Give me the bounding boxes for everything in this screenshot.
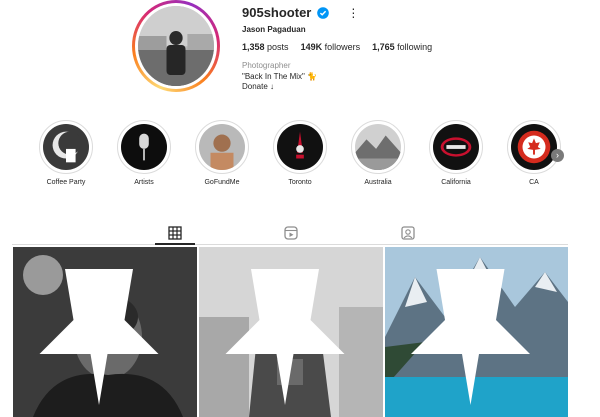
highlight-ring xyxy=(507,120,561,174)
tab-tagged[interactable] xyxy=(400,225,416,241)
post-tile-1[interactable] xyxy=(13,247,197,417)
highlight-ring xyxy=(351,120,405,174)
avatar xyxy=(138,6,214,86)
highlight-label: California xyxy=(441,179,471,186)
highlight-gofundme[interactable]: GoFundMe xyxy=(194,120,250,186)
profile-avatar-ring[interactable] xyxy=(132,0,220,92)
more-options-icon[interactable]: ⋮ xyxy=(347,7,359,19)
highlight-ring xyxy=(273,120,327,174)
highlight-ring xyxy=(195,120,249,174)
username: 905shooter xyxy=(242,5,312,20)
pinned-icon xyxy=(225,269,345,405)
posts-label: posts xyxy=(267,42,289,52)
chevron-right-icon: › xyxy=(556,150,559,160)
highlight-california[interactable]: California xyxy=(428,120,484,186)
reels-icon xyxy=(284,226,298,240)
portrait-icon xyxy=(199,124,245,170)
tagged-icon xyxy=(401,226,415,240)
microphone-icon xyxy=(121,124,167,170)
maple-leaf-icon xyxy=(511,124,557,170)
tab-reels[interactable] xyxy=(283,225,299,241)
pinned-icon xyxy=(411,269,530,405)
username-row: 905shooter ⋮ xyxy=(242,5,359,20)
followers-stat[interactable]: 149K followers xyxy=(301,42,361,52)
highlight-label: GoFundMe xyxy=(204,179,240,186)
following-count: 1,765 xyxy=(372,42,395,52)
bio: Photographer "Back In The Mix" 🐈 Donate … xyxy=(242,61,317,93)
moon-person-icon xyxy=(43,124,89,170)
post-tile-2[interactable] xyxy=(199,247,383,417)
following-label: following xyxy=(397,42,433,52)
profile-stats: 1,358 posts 149K followers 1,765 followi… xyxy=(242,42,432,52)
highlight-coffee-party[interactable]: Coffee Party xyxy=(38,120,94,186)
highlight-ring xyxy=(429,120,483,174)
active-tab-indicator xyxy=(155,243,195,245)
followers-count: 149K xyxy=(300,42,323,52)
highlight-label: CA xyxy=(529,179,539,186)
bio-line-2: Donate ↓ xyxy=(242,82,275,91)
highlight-ring xyxy=(117,120,171,174)
posts-count: 1,358 xyxy=(242,42,265,52)
verified-badge-icon xyxy=(317,6,330,19)
tab-divider xyxy=(12,244,568,245)
cn-tower-icon xyxy=(277,124,323,170)
california-plate-icon xyxy=(433,124,479,170)
highlight-label: Artists xyxy=(134,179,154,186)
highlight-toronto[interactable]: Toronto xyxy=(272,120,328,186)
highlight-artists[interactable]: Artists xyxy=(116,120,172,186)
posts-stat: 1,358 posts xyxy=(242,42,289,52)
bio-line-1: "Back In The Mix" 🐈 xyxy=(242,71,318,81)
followers-label: followers xyxy=(324,42,361,52)
highlight-label: Toronto xyxy=(288,179,312,186)
full-name: Jason Pagaduan xyxy=(242,25,306,34)
highlight-label: Coffee Party xyxy=(46,179,86,186)
highlight-australia[interactable]: Australia xyxy=(350,120,406,186)
landscape-icon xyxy=(355,124,401,170)
post-tile-3[interactable] xyxy=(385,247,568,417)
avatar-photo xyxy=(138,6,214,86)
bio-category: Photographer xyxy=(242,61,291,70)
grid-icon xyxy=(168,226,182,240)
pinned-icon xyxy=(39,269,159,405)
highlight-ring xyxy=(39,120,93,174)
tab-posts[interactable] xyxy=(167,225,183,241)
following-stat[interactable]: 1,765 following xyxy=(372,42,432,52)
avatar-border xyxy=(135,3,217,89)
highlight-label: Australia xyxy=(364,179,392,186)
highlights-next-button[interactable]: › xyxy=(551,149,564,162)
